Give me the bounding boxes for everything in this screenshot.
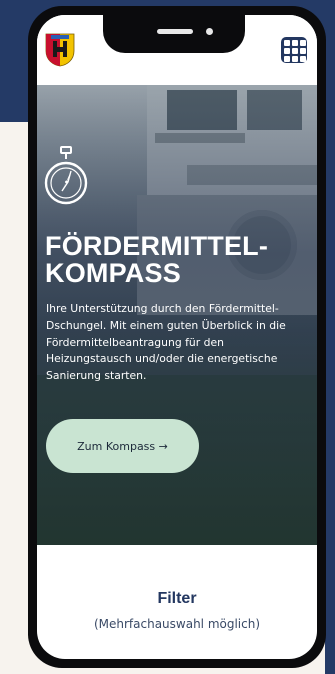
front-camera <box>206 28 213 35</box>
phone-notch <box>103 15 245 53</box>
phone-screen: FÖRDERMITTEL- KOMPASS Ihre Unterstützung… <box>37 15 317 659</box>
city-crest-icon[interactable] <box>45 33 75 67</box>
filter-title: Filter <box>157 590 197 607</box>
grid-menu-icon[interactable] <box>281 37 307 63</box>
hero-title-line1: FÖRDERMITTEL- <box>45 231 269 261</box>
phone-frame: FÖRDERMITTEL- KOMPASS Ihre Unterstützung… <box>28 6 326 668</box>
app-header <box>37 15 317 85</box>
hero-section: FÖRDERMITTEL- KOMPASS Ihre Unterstützung… <box>37 15 317 545</box>
filter-hint: (Mehrfachauswahl möglich) <box>93 617 261 631</box>
to-compass-button[interactable]: Zum Kompass → <box>46 419 199 473</box>
hero-lead-text: Ihre Unterstützung durch den Fördermitte… <box>46 302 286 383</box>
compass-icon <box>44 146 88 205</box>
page-side-band <box>325 0 335 674</box>
hero-title-line2: KOMPASS <box>45 258 181 288</box>
hero-title: FÖRDERMITTEL- KOMPASS <box>45 233 315 287</box>
speaker-grille <box>157 29 193 34</box>
